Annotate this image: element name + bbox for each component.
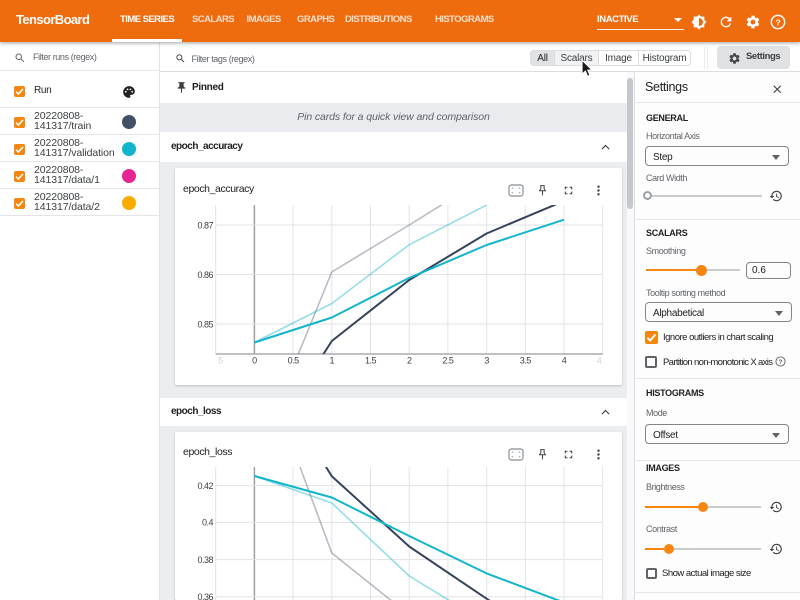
svg-text:3.5: 3.5 [520,356,532,366]
svg-text:0.85: 0.85 [197,319,213,329]
svg-text:0.38: 0.38 [197,555,213,565]
svg-text:4: 4 [562,356,567,366]
svg-text:2.5: 2.5 [442,356,454,366]
svg-text:4: 4 [597,356,602,366]
svg-text:2: 2 [407,356,412,366]
svg-text:0.86: 0.86 [197,270,213,280]
svg-text:3: 3 [484,356,489,366]
svg-text:1: 1 [330,356,335,366]
svg-text:0.4: 0.4 [202,518,214,528]
svg-text:?: ? [775,17,780,27]
svg-text:0.5: 0.5 [288,356,300,366]
svg-text:0.36: 0.36 [197,592,213,600]
svg-text:0: 0 [252,356,257,366]
svg-text:?: ? [779,359,783,366]
svg-text:5: 5 [218,356,223,366]
svg-text:0.87: 0.87 [197,220,213,230]
svg-text:0.42: 0.42 [197,481,213,491]
svg-text:1.5: 1.5 [365,356,377,366]
